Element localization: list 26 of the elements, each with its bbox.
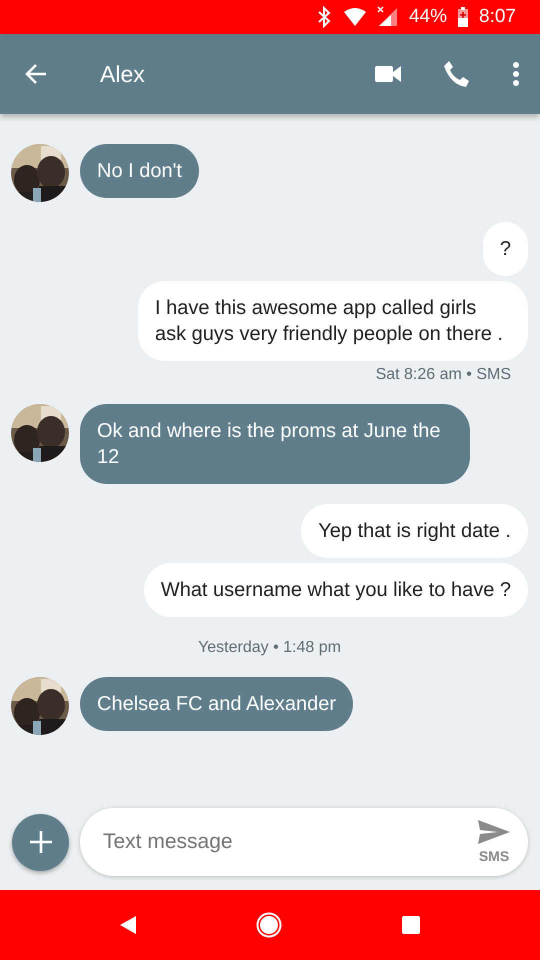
message-bubble: ? — [482, 222, 528, 276]
send-button[interactable]: SMS — [478, 820, 510, 864]
message-bubble: Yep that is right date . — [301, 504, 528, 558]
date-separator: Yesterday • 1:48 pm — [198, 639, 341, 657]
message-bubble: I have this awesome app called girls ask guys very friendly people on there . — [138, 281, 528, 361]
recents-square-icon — [402, 916, 420, 934]
message-timestamp: Sat 8:26 am • SMS — [376, 366, 511, 384]
message-bubble: Chelsea FC and Alexander — [80, 677, 354, 731]
more-options-icon — [512, 62, 520, 86]
message-bubble: What username what you like to have ? — [144, 563, 528, 617]
attach-button[interactable] — [12, 814, 69, 870]
signal-icon — [376, 6, 399, 28]
video-camera-icon — [375, 64, 401, 84]
send-icon — [478, 820, 510, 844]
home-circle-icon — [256, 912, 282, 938]
message-bubble: No I don't — [80, 144, 199, 198]
back-triangle-icon — [120, 916, 136, 934]
clock-time: 8:07 — [479, 6, 516, 28]
plus-icon — [30, 831, 52, 853]
wifi-icon — [342, 7, 367, 27]
contact-name: Alex — [100, 60, 146, 88]
battery-percentage: 44% — [408, 6, 448, 28]
message-input-field[interactable]: Text message SMS — [80, 808, 528, 876]
phone-icon — [443, 60, 470, 88]
message-bubble: Ok and where is the proms at June the 12 — [80, 404, 470, 484]
battery-icon — [457, 7, 470, 27]
